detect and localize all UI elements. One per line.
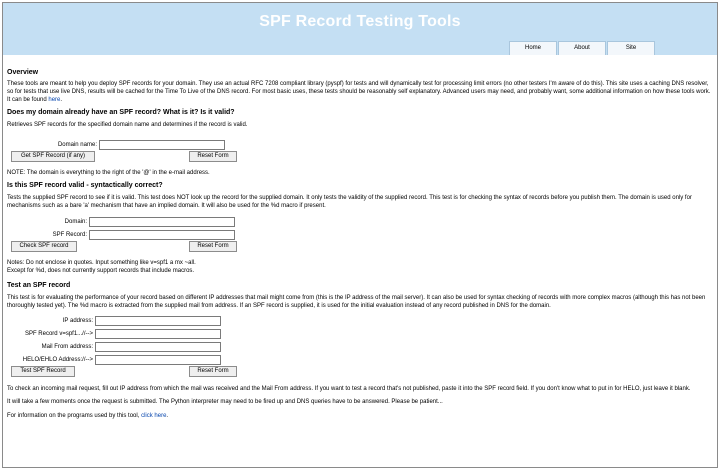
- domain-name-label: Domain name:: [57, 141, 97, 148]
- ip-address-row: IP address:: [7, 315, 713, 326]
- section3-help1: To check an incoming mail request, fill …: [7, 386, 691, 392]
- domain-name-row: Domain name:: [7, 139, 713, 150]
- section2-description: Tests the supplied SPF record to see if …: [7, 195, 692, 209]
- header-banner: SPF Record Testing Tools Home About Site: [3, 3, 717, 55]
- get-spf-record-button[interactable]: Get SPF Record (if any): [11, 151, 95, 162]
- section2-domain-row: Domain:: [7, 216, 713, 227]
- helo-row: HELO/EHLO Address://-->: [7, 354, 713, 365]
- section2-buttons: Check SPF record Reset Form: [7, 241, 713, 253]
- section2-domain-input[interactable]: [89, 216, 235, 227]
- mail-from-label: Mail From address:: [41, 343, 93, 350]
- section3-description: This test is for evaluating the performa…: [7, 295, 706, 309]
- section3-record-label: SPF Record v=spf1...//-->: [24, 330, 93, 337]
- overview-text: These tools are meant to help you deploy…: [7, 80, 713, 104]
- spf-record-input[interactable]: [89, 229, 235, 240]
- page-frame: SPF Record Testing Tools Home About Site…: [2, 2, 718, 468]
- overview-here-link[interactable]: here: [48, 97, 60, 103]
- footer-text: For information on the programs used by …: [7, 412, 713, 420]
- check-spf-record-button[interactable]: Check SPF record: [11, 241, 77, 252]
- tab-home[interactable]: Home: [509, 41, 557, 55]
- main-content: Overview These tools are meant to help y…: [3, 68, 717, 420]
- section2-domain-label: Domain:: [64, 218, 87, 225]
- test-spf-record-button[interactable]: Test SPF Record: [11, 366, 75, 377]
- site-title: SPF Record Testing Tools: [259, 13, 461, 30]
- section2-notes-line2: Except for %d, does not currently suppor…: [7, 268, 195, 274]
- overview-text-end: .: [60, 97, 63, 103]
- mail-from-input[interactable]: [95, 341, 221, 352]
- section2-reset-button[interactable]: Reset Form: [189, 241, 237, 252]
- section2-notes-line1: Notes: Do not enclose in quotes. Input s…: [7, 260, 196, 266]
- section3-heading: Test an SPF record: [7, 282, 71, 289]
- tab-site[interactable]: Site: [607, 41, 655, 55]
- overview-text-main: These tools are meant to help you deploy…: [7, 81, 711, 103]
- spf-record-label: SPF Record:: [52, 231, 87, 238]
- footer-text-end: .: [166, 413, 169, 419]
- mail-from-row: Mail From address:: [7, 341, 713, 352]
- footer-text-main: For information on the programs used by …: [7, 413, 142, 419]
- section2-heading: Is this SPF record valid - syntactically…: [7, 182, 163, 189]
- helo-input[interactable]: [95, 354, 221, 365]
- section3-reset-button[interactable]: Reset Form: [189, 366, 237, 377]
- nav-tabs: Home About Site: [508, 41, 655, 55]
- spf-record-row: SPF Record:: [7, 229, 713, 240]
- tab-about[interactable]: About: [558, 41, 606, 55]
- section1-reset-button[interactable]: Reset Form: [189, 151, 237, 162]
- section3-help2: It will take a few moments once the requ…: [7, 399, 443, 405]
- helo-label: HELO/EHLO Address://-->: [22, 356, 93, 363]
- section3-record-input[interactable]: [95, 328, 221, 339]
- section3-record-row: SPF Record v=spf1...//-->: [7, 328, 713, 339]
- section1-note: NOTE: The domain is everything to the ri…: [7, 170, 210, 176]
- footer-click-here-link[interactable]: click here: [141, 413, 166, 419]
- section1-heading: Does my domain already have an SPF recor…: [7, 109, 235, 116]
- section3-buttons: Test SPF Record Reset Form: [7, 366, 713, 378]
- section1-description: Retrieves SPF records for the specified …: [7, 122, 248, 128]
- section1-buttons: Get SPF Record (if any) Reset Form: [7, 151, 713, 163]
- domain-name-input[interactable]: [99, 139, 225, 150]
- ip-address-input[interactable]: [95, 315, 221, 326]
- overview-heading: Overview: [7, 69, 39, 76]
- ip-address-label: IP address:: [62, 317, 93, 324]
